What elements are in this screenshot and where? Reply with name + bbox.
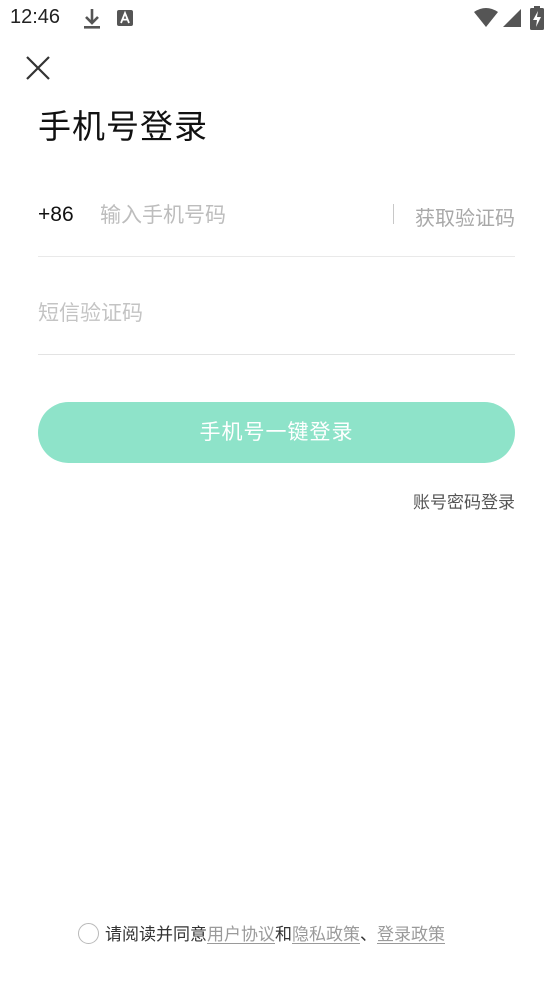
status-time: 12:46 xyxy=(10,6,61,28)
battery-charging-icon xyxy=(530,6,544,34)
status-bar: 12:46 xyxy=(0,0,554,38)
download-icon xyxy=(82,7,102,35)
account-password-login-link[interactable]: 账号密码登录 xyxy=(413,488,515,513)
user-agreement-link[interactable]: 用户协议 xyxy=(207,920,275,945)
divider xyxy=(393,204,394,224)
one-click-login-button[interactable]: 手机号一键登录 xyxy=(38,402,515,463)
agree-checkbox[interactable] xyxy=(78,923,99,944)
country-code[interactable]: +86 xyxy=(38,203,74,227)
cellular-signal-icon xyxy=(502,8,522,32)
agreement-row: 请阅读并同意 用户协议 和 隐私政策 、 登录政策 xyxy=(78,918,445,946)
text-a-icon xyxy=(117,10,133,30)
phone-number-input[interactable] xyxy=(100,198,380,232)
close-button[interactable] xyxy=(22,52,54,84)
agreement-conjunction: 和 xyxy=(275,924,292,945)
phone-row: +86 获取验证码 xyxy=(38,186,515,257)
login-policy-link[interactable]: 登录政策 xyxy=(377,920,445,945)
sms-code-row xyxy=(38,284,515,355)
sms-code-input[interactable] xyxy=(38,296,508,330)
privacy-policy-link[interactable]: 隐私政策 xyxy=(292,920,360,945)
page-title: 手机号登录 xyxy=(38,107,208,146)
agreement-separator: 、 xyxy=(360,924,377,945)
agreement-prefix: 请阅读并同意 xyxy=(105,924,207,945)
get-verification-code-button[interactable]: 获取验证码 xyxy=(415,202,515,231)
close-icon xyxy=(22,56,54,88)
wifi-icon xyxy=(474,8,498,32)
